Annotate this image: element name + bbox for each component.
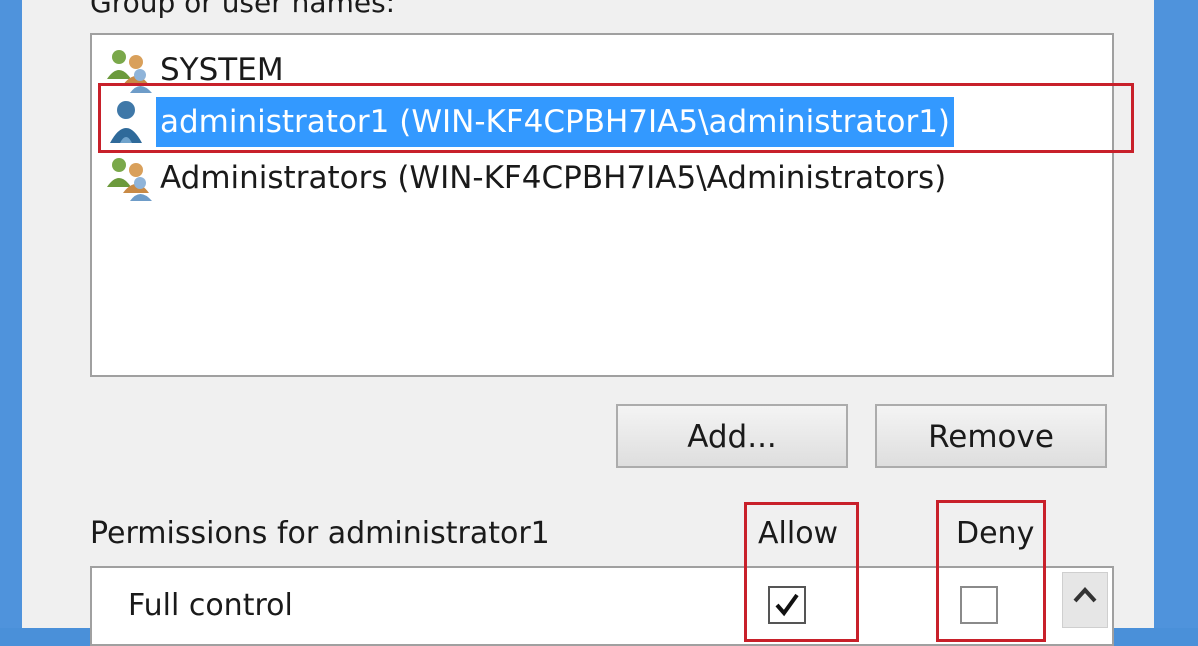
- user-name: Administrators (WIN-KF4CPBH7IA5\Administ…: [160, 160, 947, 196]
- user-row-administrators[interactable]: Administrators (WIN-KF4CPBH7IA5\Administ…: [102, 153, 950, 203]
- window-frame-left: [0, 0, 22, 628]
- add-button[interactable]: Add...: [616, 404, 848, 468]
- chevron-up-icon: [1073, 587, 1097, 603]
- security-dialog: Group or user names: SYSTEM administrato…: [22, 0, 1154, 646]
- permissions-label: Permissions for administrator1: [90, 516, 550, 551]
- scrollbar-up-button[interactable]: [1062, 572, 1108, 628]
- allow-highlight-box: [744, 502, 859, 642]
- selected-user-highlight-box: [98, 83, 1134, 153]
- deny-highlight-box: [936, 500, 1046, 642]
- permission-name-full-control: Full control: [128, 588, 293, 623]
- group-users-icon: [102, 153, 156, 203]
- window-frame-right: [1154, 0, 1198, 628]
- remove-button[interactable]: Remove: [875, 404, 1107, 468]
- group-or-user-names-label: Group or user names:: [90, 0, 396, 19]
